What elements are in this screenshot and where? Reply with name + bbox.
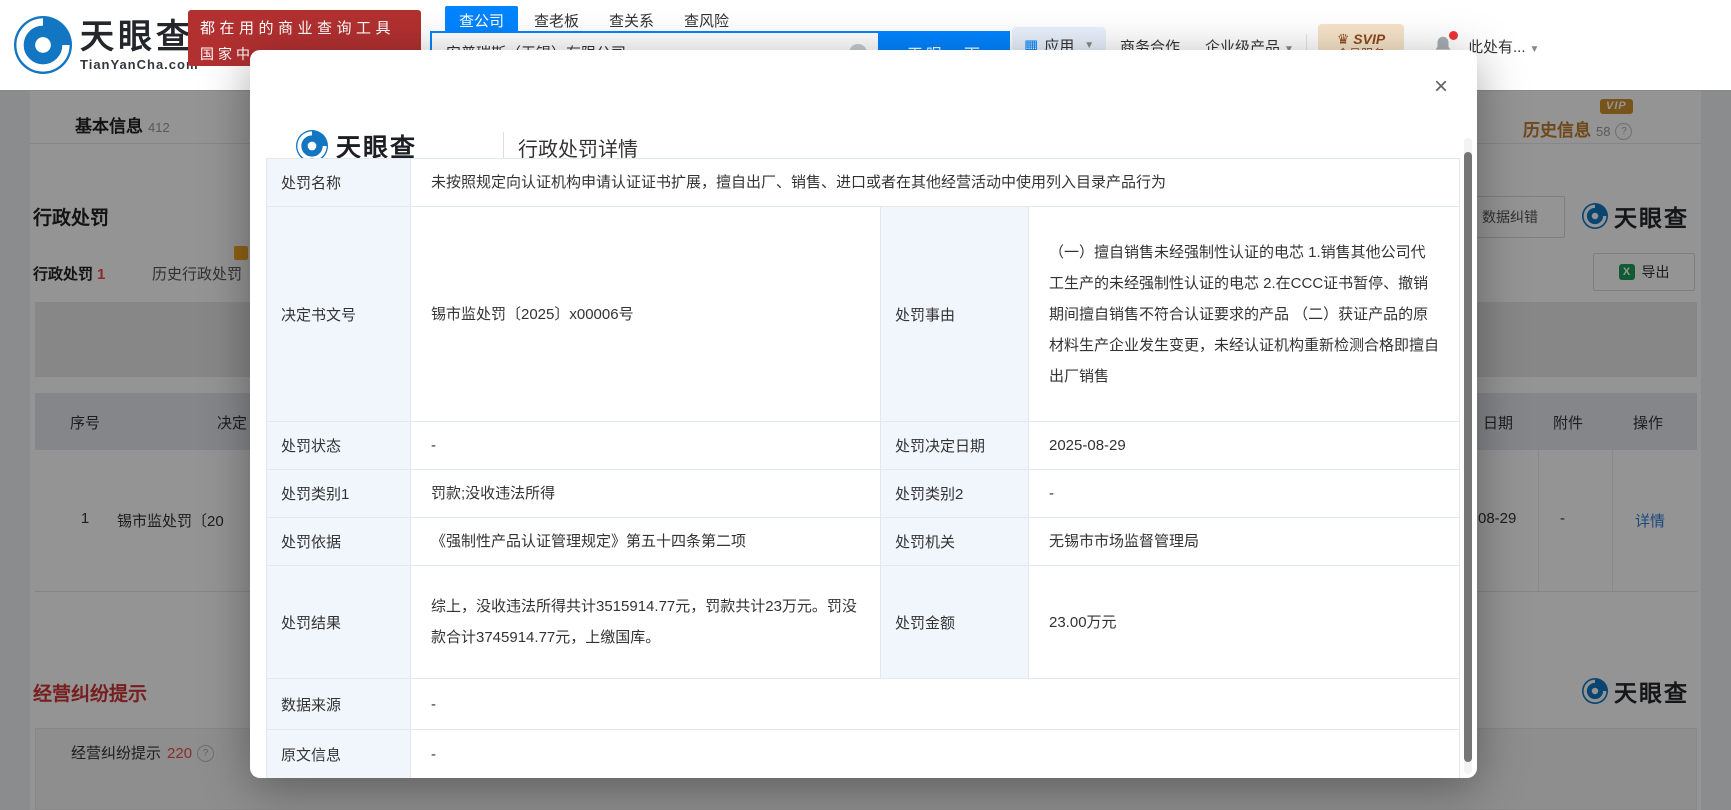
field-value: -: [1028, 469, 1460, 518]
page-root: 基本信息 412 VIP 历史信息 58? 行政处罚 行政处罚 1 历史行政处罚 数据…: [0, 0, 1731, 810]
svip-label: ♛ SVIP: [1336, 30, 1386, 47]
logo-name: 天眼查: [80, 18, 194, 56]
field-label: 处罚状态: [266, 421, 411, 470]
field-label: 处罚依据: [266, 517, 411, 566]
modal-scrollbar[interactable]: [1464, 138, 1472, 774]
penalty-detail-table: 处罚名称 未按照规定向认证机构申请认证证书扩展，擅自出厂、销售、进口或者在其他经…: [266, 158, 1460, 778]
field-value: -: [410, 678, 1460, 730]
field-label: 处罚类别2: [880, 469, 1029, 518]
field-value: 罚款;没收违法所得: [410, 469, 881, 518]
logo-text-block[interactable]: 天眼查 TianYanCha.com: [80, 20, 199, 72]
field-label: 处罚类别1: [266, 469, 411, 518]
field-label: 处罚机关: [880, 517, 1029, 566]
field-value: 锡市监处罚〔2025〕x00006号: [410, 206, 881, 422]
logo-domain: TianYanCha.com: [80, 57, 199, 72]
tianyancha-logo-icon: [14, 16, 72, 74]
field-value: 未按照规定向认证机构申请认证证书扩展，擅自出厂、销售、进口或者在其他经营活动中使…: [410, 158, 1460, 207]
field-value: -: [410, 729, 1460, 778]
field-value: （一）擅自销售未经强制性认证的电芯 1.销售其他公司代工生产的未经强制性认证的电…: [1028, 206, 1460, 422]
field-label: 处罚事由: [880, 206, 1029, 422]
promo-line1: 都在用的商业查询工具: [200, 20, 396, 37]
chevron-down-icon: ▼: [1529, 44, 1540, 55]
field-value: -: [410, 421, 881, 470]
field-value: 综上，没收违法所得共计3515914.77元，罚款共计23万元。罚没款合计374…: [410, 565, 881, 679]
field-label: 处罚结果: [266, 565, 411, 679]
scrollbar-thumb[interactable]: [1464, 152, 1472, 762]
notification-dot: [1449, 31, 1458, 40]
field-value: 2025-08-29: [1028, 421, 1460, 470]
field-label: 原文信息: [266, 729, 411, 778]
field-value: 《强制性产品认证管理规定》第五十四条第二项: [410, 517, 881, 566]
field-label: 数据来源: [266, 678, 411, 730]
field-label: 决定书文号: [266, 206, 411, 422]
field-value: 23.00万元: [1028, 565, 1460, 679]
penalty-detail-modal: 天眼查 行政处罚详情 × 处罚名称 未按照规定向认证机构申请认证证书扩展，擅自出…: [250, 50, 1477, 778]
field-value: 无锡市市场监督管理局: [1028, 517, 1460, 566]
field-label: 处罚决定日期: [880, 421, 1029, 470]
nav-user-menu[interactable]: 此处有... ▼: [1468, 36, 1539, 57]
field-label: 处罚金额: [880, 565, 1029, 679]
title-divider: [503, 132, 504, 158]
field-label: 处罚名称: [266, 158, 411, 207]
nav-user-label: 此处有...: [1468, 39, 1526, 56]
close-icon[interactable]: ×: [1426, 72, 1456, 102]
crown-icon: ♛: [1336, 30, 1350, 47]
